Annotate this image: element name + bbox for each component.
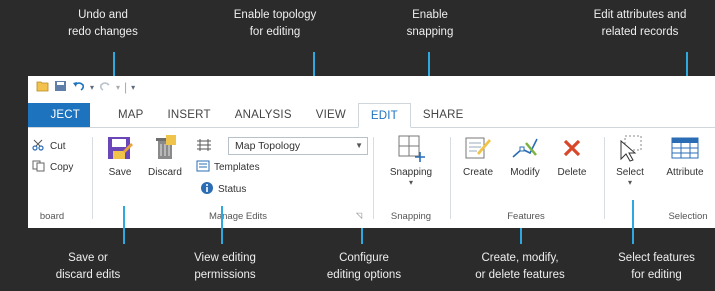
group-separator bbox=[373, 137, 374, 219]
copy-label: Copy bbox=[50, 162, 74, 173]
qat-separator-icon: | bbox=[124, 80, 128, 94]
status-info-icon bbox=[200, 181, 214, 198]
clipboard-group-label: board bbox=[39, 211, 65, 222]
discard-label: Discard bbox=[148, 167, 182, 178]
select-label: Select bbox=[616, 167, 644, 178]
copy-button[interactable]: Copy bbox=[32, 160, 73, 175]
create-button[interactable]: Create bbox=[456, 133, 500, 178]
leader-status bbox=[221, 206, 223, 244]
callout-create-modify-delete: Create, modify, or delete features bbox=[475, 252, 565, 281]
save-edits-icon bbox=[105, 133, 135, 163]
attributes-button[interactable]: Attribute bbox=[656, 133, 714, 178]
tab-analysis[interactable]: ANALYSIS bbox=[223, 103, 304, 127]
templates-label: Templates bbox=[214, 162, 260, 173]
modify-icon bbox=[510, 133, 540, 163]
leader-select bbox=[632, 200, 634, 244]
select-button[interactable]: Select ▾ bbox=[610, 133, 650, 187]
topology-value: Map Topology bbox=[235, 140, 301, 152]
save-label: Save bbox=[108, 167, 132, 178]
delete-x-icon bbox=[557, 133, 587, 163]
customize-qat-icon[interactable]: ▾ bbox=[131, 83, 135, 92]
redo-icon[interactable] bbox=[98, 80, 112, 95]
save-project-icon[interactable] bbox=[54, 80, 68, 95]
tab-share[interactable]: SHARE bbox=[411, 103, 476, 127]
cut-button[interactable]: Cut bbox=[32, 139, 66, 154]
tab-view[interactable]: VIEW bbox=[304, 103, 358, 127]
tab-project[interactable]: JECT bbox=[28, 103, 90, 127]
callout-view-permissions: View editing permissions bbox=[194, 252, 256, 281]
leader-save-discard bbox=[123, 206, 125, 244]
status-button[interactable]: Status bbox=[200, 181, 246, 198]
manage-edits-group-label: Manage Edits bbox=[208, 211, 268, 222]
status-label: Status bbox=[218, 184, 247, 195]
callout-configure-options: Configure editing options bbox=[326, 252, 402, 281]
topology-dropdown[interactable]: Map Topology ▼ bbox=[228, 137, 368, 155]
tab-edit[interactable]: EDIT bbox=[357, 103, 411, 128]
attributes-table-icon bbox=[670, 133, 700, 163]
leader-undo bbox=[113, 52, 115, 78]
templates-button[interactable]: Templates bbox=[196, 160, 260, 175]
modify-button[interactable]: Modify bbox=[502, 133, 548, 178]
save-edits-button[interactable]: Save bbox=[102, 133, 138, 178]
open-folder-icon[interactable] bbox=[36, 80, 50, 95]
snapping-label: Snapping bbox=[389, 167, 433, 178]
selection-group-label: Selection bbox=[668, 211, 708, 222]
group-separator bbox=[450, 137, 451, 219]
select-cursor-icon bbox=[615, 133, 645, 163]
features-group-label: Features bbox=[507, 211, 545, 222]
snapping-dropdown-icon[interactable]: ▾ bbox=[409, 178, 413, 187]
leader-features bbox=[520, 228, 522, 244]
cut-label: Cut bbox=[50, 141, 66, 152]
group-separator bbox=[92, 137, 93, 219]
templates-icon bbox=[196, 160, 210, 175]
callout-select-features: Select features for editing bbox=[618, 252, 695, 281]
callout-enable-snapping: Enable snapping bbox=[406, 9, 454, 38]
discard-edits-button[interactable]: Discard bbox=[144, 133, 186, 178]
ribbon-body: Cut Copy board Save Discard Map Topology… bbox=[28, 129, 715, 228]
callout-edit-attributes: Edit attributes and related records bbox=[593, 9, 687, 38]
group-separator bbox=[604, 137, 605, 219]
create-icon bbox=[463, 133, 493, 163]
callout-save-discard: Save or discard edits bbox=[55, 252, 121, 281]
delete-button[interactable]: Delete bbox=[552, 133, 592, 178]
quick-access-toolbar: ▾ ▾ | ▾ bbox=[28, 76, 715, 98]
delete-label: Delete bbox=[557, 167, 587, 178]
snapping-button[interactable]: Snapping ▾ bbox=[380, 133, 442, 187]
snapping-group-label: Snapping bbox=[390, 211, 432, 222]
modify-label: Modify bbox=[510, 167, 540, 178]
create-label: Create bbox=[462, 167, 493, 178]
chevron-down-icon: ▼ bbox=[355, 141, 363, 150]
undo-icon[interactable] bbox=[72, 80, 86, 95]
undo-dropdown-icon[interactable]: ▾ bbox=[90, 83, 94, 92]
ribbon: ▾ ▾ | ▾ JECT MAP INSERT ANALYSIS VIEW ED… bbox=[28, 76, 715, 228]
scissors-icon bbox=[32, 139, 46, 154]
tab-insert[interactable]: INSERT bbox=[156, 103, 223, 127]
snapping-icon bbox=[396, 133, 426, 163]
tab-map[interactable]: MAP bbox=[106, 103, 156, 127]
select-dropdown-icon[interactable]: ▾ bbox=[628, 178, 632, 187]
redo-dropdown-icon[interactable]: ▾ bbox=[116, 83, 120, 92]
topology-icon bbox=[196, 138, 212, 157]
copy-icon bbox=[32, 160, 46, 175]
configure-options-launcher-icon[interactable]: ◹ bbox=[356, 211, 362, 220]
leader-configure bbox=[361, 228, 363, 244]
ribbon-tabs: JECT MAP INSERT ANALYSIS VIEW EDIT SHARE bbox=[28, 102, 715, 128]
callout-enable-topology: Enable topology for editing bbox=[233, 9, 317, 38]
callout-undo-redo: Undo and redo changes bbox=[68, 9, 138, 38]
discard-icon bbox=[150, 133, 180, 163]
attributes-label: Attribute bbox=[666, 167, 704, 178]
